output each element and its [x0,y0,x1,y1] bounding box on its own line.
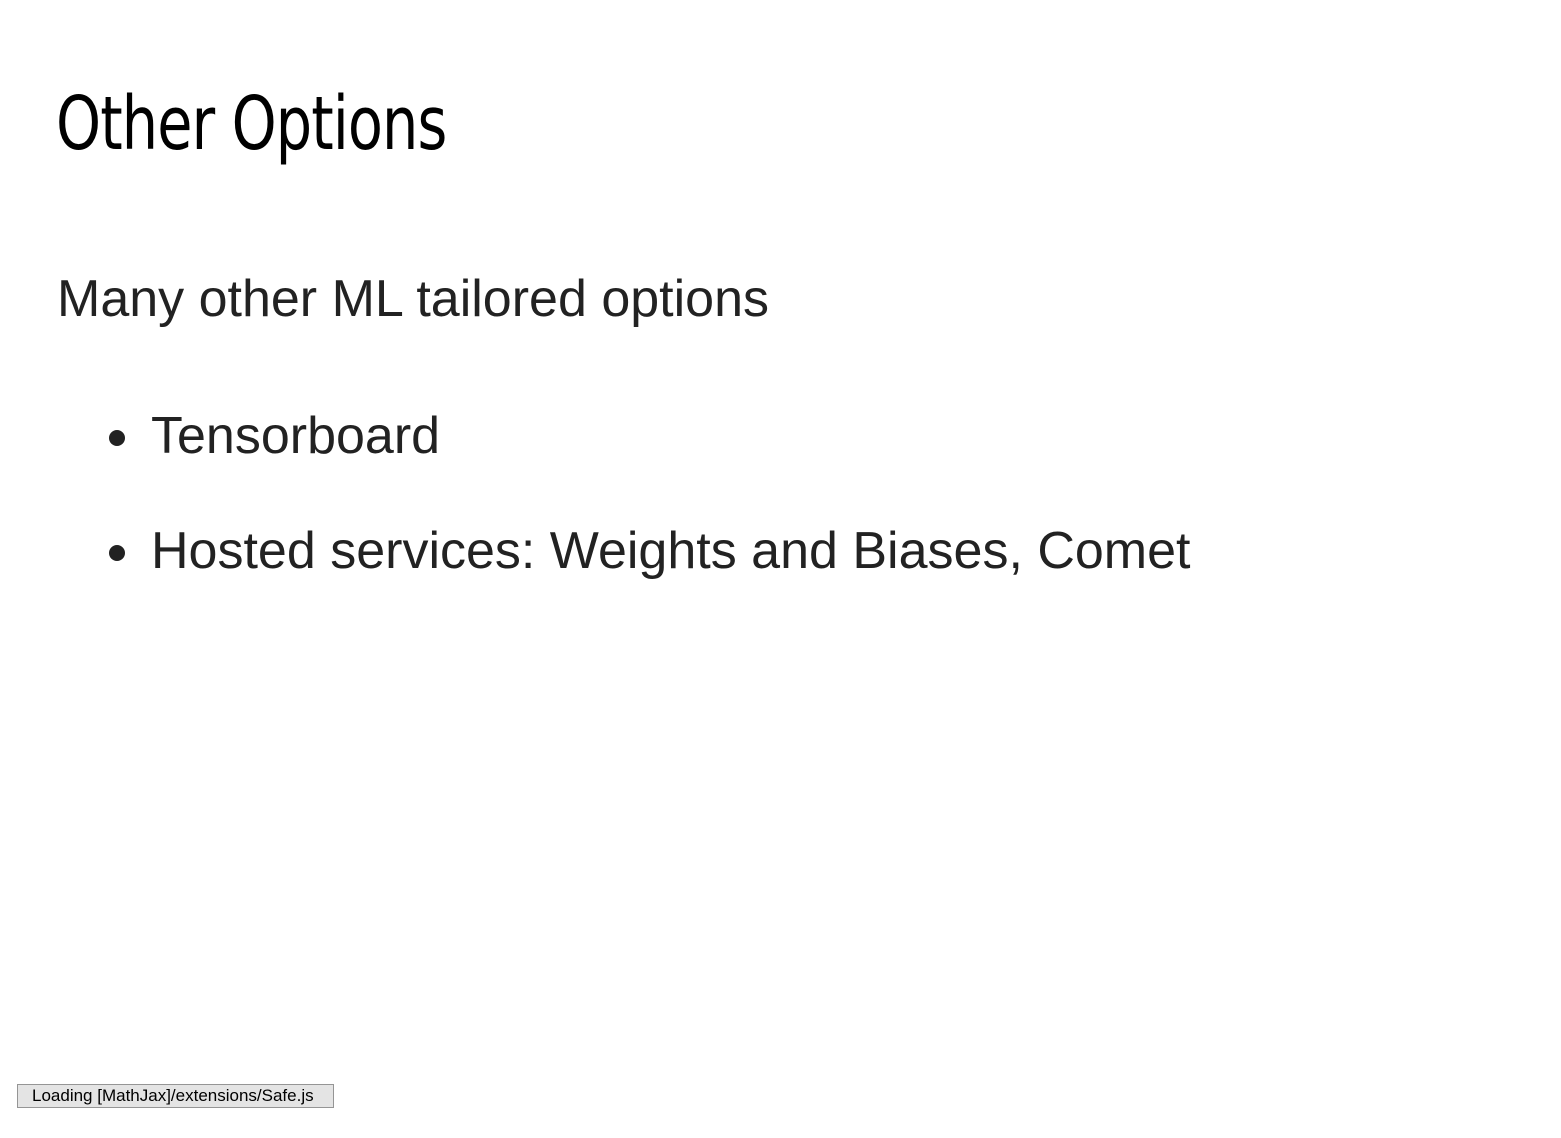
bullet-dot-icon [109,430,125,446]
slide-body: Many other ML tailored options Tensorboa… [57,266,1191,580]
bullet-item: Hosted services: Weights and Biases, Com… [57,518,1357,584]
slide-title: Other Options [56,81,447,167]
bullet-text: Tensorboard [151,407,441,465]
slide: Other Options Many other ML tailored opt… [0,0,1561,1138]
bullet-item: Tensorboard [57,403,1357,469]
bullet-text: Hosted services: Weights and Biases, Com… [151,522,1191,580]
bullet-list: Tensorboard Hosted services: Weights and… [57,403,1357,633]
bullet-dot-icon [109,545,125,561]
mathjax-loading-status: Loading [MathJax]/extensions/Safe.js [17,1084,334,1108]
intro-text: Many other ML tailored options [57,270,770,328]
